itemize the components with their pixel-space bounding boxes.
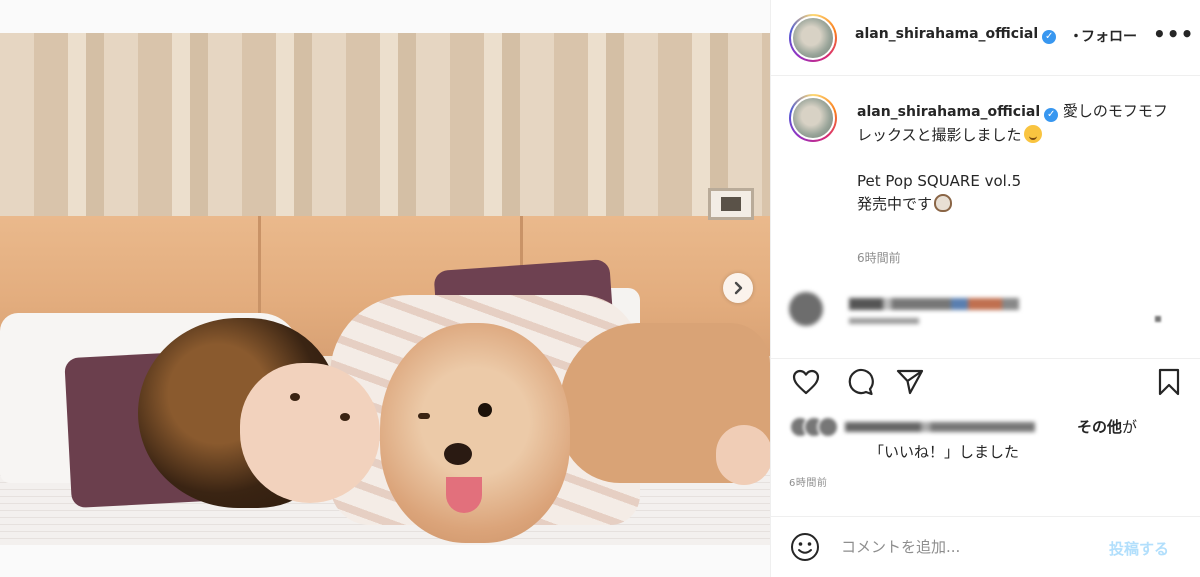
caption-line-5: 発売中です (857, 193, 1177, 216)
blurred-text (849, 298, 1019, 310)
heart-icon (792, 369, 820, 395)
emoji-picker-button[interactable] (789, 531, 821, 563)
caption: alan_shirahama_official ✓ 愛しのモフモフ レックスと撮影… (857, 100, 1177, 216)
follow-button[interactable]: フォロー (1081, 26, 1139, 46)
header-username-text: alan_shirahama_official (855, 26, 1039, 42)
photo-frame (708, 188, 754, 220)
post-timestamp[interactable]: 6時間前 (789, 474, 827, 489)
chevron-right-icon (734, 281, 743, 295)
striped-wallpaper (0, 33, 770, 218)
post-photo[interactable] (0, 33, 770, 545)
blurred-avatar (789, 292, 823, 326)
smiling-face-hearts-emoji-icon (1023, 125, 1042, 143)
more-options-icon[interactable]: ••• (1153, 22, 1194, 46)
blurred-avatar (817, 416, 839, 438)
avatar[interactable] (789, 14, 837, 62)
caption-line-2: レックスと撮影しました (857, 124, 1177, 147)
dog-head (380, 323, 570, 543)
smiley-icon (791, 533, 819, 561)
blurred-text (1155, 316, 1161, 322)
share-button[interactable] (893, 365, 927, 399)
person-eye (290, 393, 300, 401)
blurred-text (849, 318, 919, 324)
media-pane (0, 0, 770, 577)
blurred-liker-name (845, 422, 1035, 432)
comment-bubble-icon (848, 368, 874, 396)
blurred-liker-avatars (789, 416, 839, 440)
comment-input[interactable] (841, 533, 1091, 561)
verified-icon: ✓ (1042, 30, 1057, 44)
blurred-comment (789, 292, 1189, 332)
likes-particle: が (1122, 418, 1138, 436)
caption-line-4: Pet Pop SQUARE vol.5 (857, 172, 1022, 190)
person-face (240, 363, 380, 503)
liked-text: 「いいね！」しました (869, 443, 1020, 461)
dog-face-emoji-icon (934, 194, 953, 212)
dog-eye (418, 413, 430, 419)
others-link[interactable]: その他 (1077, 418, 1122, 436)
post-side-panel: alan_shirahama_official ✓ ・ フォロー ••• alan… (770, 0, 1200, 577)
dog-nose (444, 443, 472, 465)
post-header: alan_shirahama_official ✓ ・ フォロー ••• (771, 0, 1200, 76)
action-bar (771, 358, 1200, 402)
avatar-image (791, 96, 835, 140)
carousel-next-button[interactable] (723, 273, 753, 303)
likes-summary: その他が 「いいね！」しました (789, 414, 1189, 464)
caption-timestamp: 6時間前 (857, 251, 901, 265)
header-username[interactable]: alan_shirahama_official ✓ (855, 26, 1057, 44)
comment-bar: 投稿する (771, 516, 1200, 577)
dog-tongue (446, 477, 482, 513)
person-hand (716, 425, 770, 485)
caption-line-2-text: レックスと撮影しました (857, 126, 1022, 144)
avatar-image (791, 16, 835, 60)
dog-eye (478, 403, 492, 417)
comment-button[interactable] (843, 365, 877, 399)
likes-others: その他が (1077, 416, 1137, 437)
caption-username[interactable]: alan_shirahama_official ✓ (857, 104, 1059, 122)
verified-icon: ✓ (1044, 108, 1059, 122)
caption-line-1: 愛しのモフモフ (1062, 102, 1168, 120)
caption-avatar[interactable] (789, 94, 837, 142)
paper-plane-icon (896, 369, 924, 395)
bookmark-icon (1158, 368, 1180, 396)
person-eye (340, 413, 350, 421)
like-button[interactable] (789, 365, 823, 399)
post-comment-button[interactable]: 投稿する (1109, 538, 1169, 559)
save-button[interactable] (1152, 365, 1186, 399)
caption-line-5-text: 発売中です (857, 195, 933, 213)
caption-username-text: alan_shirahama_official (857, 104, 1041, 120)
